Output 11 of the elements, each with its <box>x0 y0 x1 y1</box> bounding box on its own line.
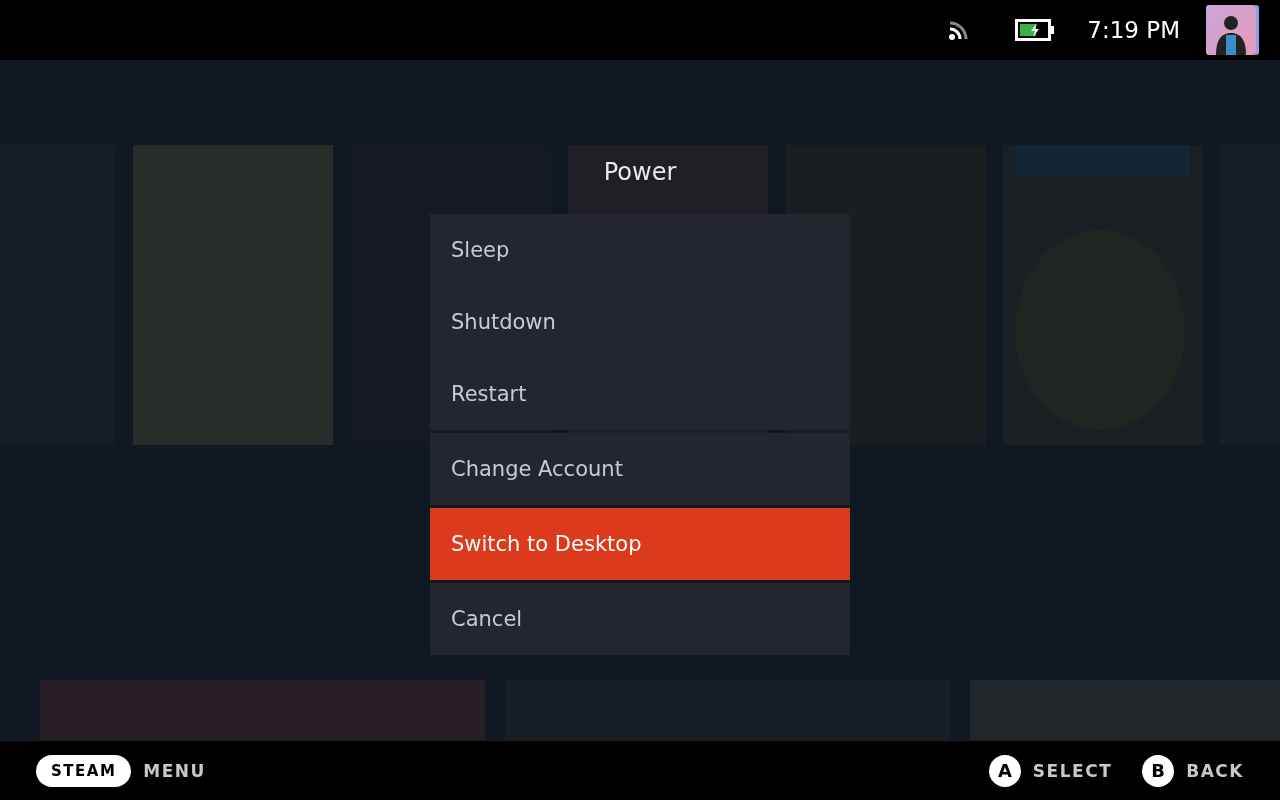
hint-label: MENU <box>143 760 206 781</box>
person-silhouette-icon <box>1214 13 1248 55</box>
dialog-title: Power <box>603 158 677 186</box>
button-glyph: B <box>1142 754 1175 787</box>
avatar[interactable] <box>1206 5 1256 55</box>
hint-label: BACK <box>1186 760 1244 781</box>
battery-charging-icon <box>1015 19 1056 41</box>
clock-time: 7:19 PM <box>1087 17 1180 43</box>
button-glyph: A <box>988 754 1021 787</box>
hint-label: SELECT <box>1032 760 1113 781</box>
menu-item[interactable]: Switch to Desktop <box>430 508 850 580</box>
